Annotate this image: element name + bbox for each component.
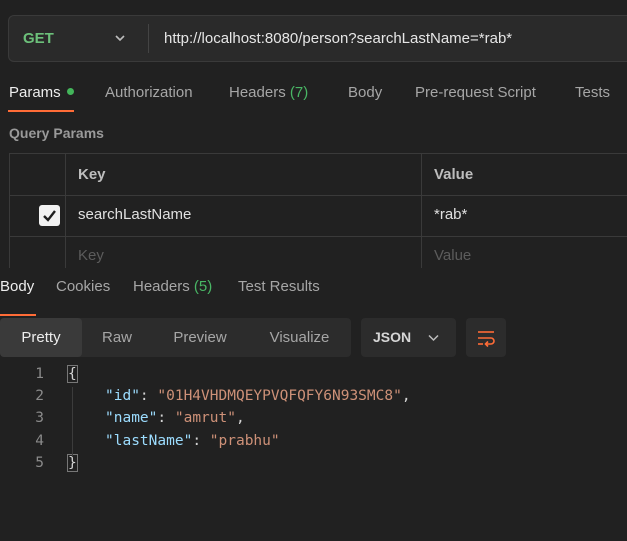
line-number: 1 <box>35 366 44 382</box>
tab-cookies[interactable]: Cookies <box>56 278 110 295</box>
json-key: "id" <box>105 388 140 404</box>
active-tab-underline <box>8 110 74 112</box>
param-enabled-checkbox[interactable] <box>39 205 60 226</box>
chevron-down-icon <box>428 334 439 342</box>
tab-label: Headers <box>229 84 286 101</box>
json-sep: : <box>192 433 210 449</box>
chevron-down-icon[interactable] <box>113 31 127 45</box>
table-row: searchLastName *rab* <box>10 196 627 237</box>
line-number: 3 <box>35 410 44 426</box>
tab-response-body[interactable]: Body <box>0 278 34 295</box>
json-key: "lastName" <box>105 433 193 449</box>
line-number: 2 <box>35 388 44 404</box>
wrap-lines-button[interactable] <box>466 318 506 357</box>
tab-test-results[interactable]: Test Results <box>238 278 320 295</box>
tab-headers[interactable]: Headers (7) <box>229 84 308 101</box>
tab-authorization[interactable]: Authorization <box>105 84 193 101</box>
checkmark-icon <box>43 210 56 222</box>
json-line: "lastName": "prabhu" <box>105 433 280 449</box>
request-bar: GET http://localhost:8080/person?searchL… <box>8 15 627 62</box>
tab-label: Params <box>9 84 61 101</box>
open-brace: { <box>67 365 78 383</box>
query-params-title: Query Params <box>9 125 104 141</box>
close-brace: } <box>67 454 78 472</box>
tab-response-headers[interactable]: Headers (5) <box>133 278 212 295</box>
json-value: "01H4VHDMQEYPVQFQFY6N93SMC8" <box>157 388 402 404</box>
json-line: "name": "amrut", <box>105 410 245 426</box>
headers-count: (7) <box>289 84 309 101</box>
json-value: "prabhu" <box>209 433 280 449</box>
column-header-key: Key <box>78 166 106 183</box>
view-mode-toggle: Pretty Raw Preview Visualize <box>0 318 351 357</box>
json-tail: , <box>235 410 245 426</box>
format-select[interactable]: JSON <box>361 318 456 357</box>
table-header-row: Key Value <box>10 154 627 196</box>
json-key: "name" <box>105 410 158 426</box>
tab-label: Headers <box>133 278 190 295</box>
line-number: 4 <box>35 433 44 449</box>
new-key-field[interactable]: Key <box>78 247 104 264</box>
params-active-dot <box>66 88 74 95</box>
view-preview-button[interactable]: Preview <box>152 318 248 357</box>
divider <box>148 24 149 53</box>
json-sep: : <box>157 410 175 426</box>
new-value-field[interactable]: Value <box>434 247 471 264</box>
column-divider <box>65 154 66 270</box>
request-tabs: Params Authorization Headers (7) Body Pr… <box>0 80 627 116</box>
json-value: "amrut" <box>174 410 236 426</box>
column-divider <box>421 154 422 270</box>
tab-tests[interactable]: Tests <box>575 84 610 101</box>
active-tab-underline <box>0 314 36 316</box>
table-row-empty: Key Value <box>10 237 627 270</box>
response-panel: Body Cookies Headers (5) Test Results Pr… <box>0 268 627 541</box>
view-pretty-button[interactable]: Pretty <box>0 318 82 357</box>
wrap-lines-icon <box>478 331 495 348</box>
response-headers-count: (5) <box>193 278 213 295</box>
tab-body[interactable]: Body <box>348 84 382 101</box>
url-input[interactable]: http://localhost:8080/person?searchLastN… <box>164 16 512 61</box>
json-line: "id": "01H4VHDMQEYPVQFQFY6N93SMC8", <box>105 388 411 404</box>
json-tail: , <box>401 388 411 404</box>
indent-guide <box>72 387 73 457</box>
json-sep: : <box>139 388 158 404</box>
tab-pre-request-script[interactable]: Pre-request Script <box>415 84 536 101</box>
format-label: JSON <box>373 329 412 345</box>
method-select[interactable]: GET <box>23 16 54 61</box>
view-raw-button[interactable]: Raw <box>82 318 152 357</box>
tab-params[interactable]: Params <box>9 84 74 101</box>
param-value[interactable]: *rab* <box>434 206 467 223</box>
view-visualize-button[interactable]: Visualize <box>248 318 351 357</box>
param-key[interactable]: searchLastName <box>78 206 191 223</box>
query-params-table: Key Value searchLastName *rab* Key Value <box>9 153 627 270</box>
line-number: 5 <box>35 455 44 471</box>
column-header-value: Value <box>434 166 474 183</box>
response-tabs: Body Cookies Headers (5) Test Results <box>0 278 627 316</box>
